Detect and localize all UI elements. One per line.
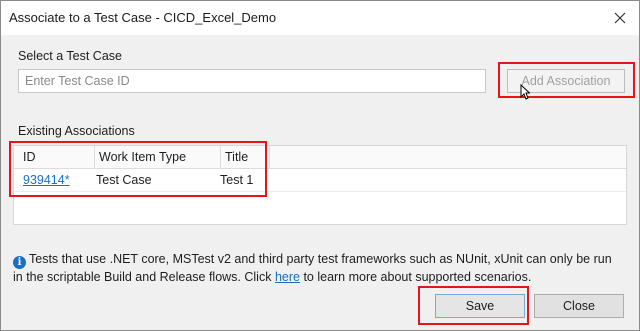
column-header-work-item-type[interactable]: Work Item Type [99,150,186,164]
title-bar: Associate to a Test Case - CICD_Excel_De… [1,1,639,35]
save-button[interactable]: Save [435,294,525,318]
close-icon[interactable] [607,5,633,31]
column-divider[interactable] [94,146,95,168]
column-divider[interactable] [220,146,221,168]
test-case-id-input[interactable] [18,69,486,93]
info-icon: i [13,256,26,269]
learn-more-link[interactable]: here [275,270,300,284]
dialog-window: Associate to a Test Case - CICD_Excel_De… [0,0,640,331]
dialog-title: Associate to a Test Case - CICD_Excel_De… [9,10,277,25]
title-cell: Test 1 [220,173,254,187]
column-header-id[interactable]: ID [23,150,36,164]
work-item-type-cell: Test Case [96,173,152,187]
close-button[interactable]: Close [534,294,624,318]
info-message: i Tests that use .NET core, MSTest v2 and… [13,251,623,286]
existing-associations-label: Existing Associations [18,124,135,138]
work-item-id-link[interactable]: 939414* [23,173,70,187]
associations-table: ID Work Item Type Title 939414* Test Cas… [13,145,627,225]
table-row[interactable]: 939414* Test Case Test 1 [14,168,626,192]
column-divider[interactable] [269,146,270,168]
column-header-title[interactable]: Title [225,150,248,164]
select-test-case-label: Select a Test Case [18,49,122,63]
info-text-after-link: to learn more about supported scenarios. [299,270,532,284]
mouse-cursor-icon [520,83,531,105]
table-header: ID Work Item Type Title [14,146,626,169]
